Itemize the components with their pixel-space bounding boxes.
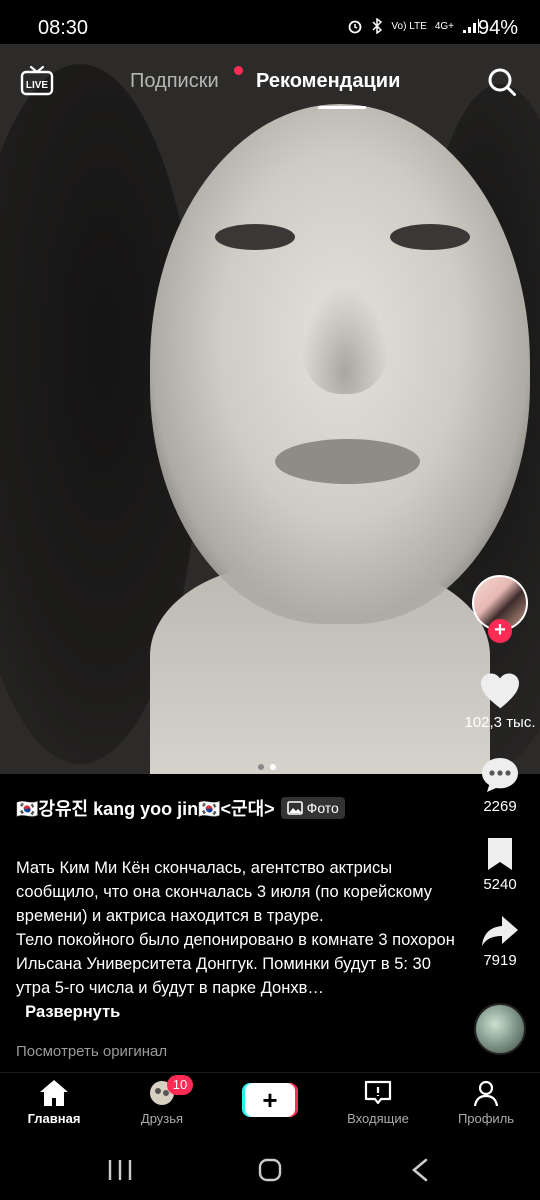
status-time: 08:30 [38, 17, 89, 39]
network-label: Vo) LTE [391, 20, 427, 32]
bottom-nav: Главная 10 Друзья + Входящие Профиль [0, 1072, 540, 1138]
nav-home-label: Главная [27, 1111, 81, 1126]
nav-profile[interactable]: Профиль [441, 1079, 531, 1126]
photo-eye-left [215, 224, 295, 250]
battery-level: 94% [477, 17, 518, 39]
comment-count: 2269 [483, 798, 517, 815]
author-avatar-wrap[interactable]: + [472, 575, 528, 643]
active-tab-underline [318, 106, 366, 109]
author-name[interactable]: 🇰🇷강유진 kang yoo jin🇰🇷<군대> [16, 795, 275, 821]
slide-indicator [258, 764, 276, 770]
nav-friends-label: Друзья [140, 1111, 184, 1126]
bookmark-icon [488, 838, 512, 870]
nav-inbox[interactable]: Входящие [333, 1079, 423, 1126]
save-button[interactable]: 5240 [460, 836, 540, 893]
status-icons: Vo) LTE 4G+ [347, 18, 480, 34]
post-photo[interactable] [0, 44, 540, 774]
inbox-icon [364, 1080, 392, 1105]
comment-icon [482, 758, 518, 792]
live-label: LIVE [26, 80, 49, 91]
search-icon[interactable] [486, 66, 518, 98]
system-nav-bar [0, 1138, 540, 1200]
nav-friends[interactable]: 10 Друзья [117, 1075, 207, 1126]
expand-link[interactable]: Развернуть [25, 1003, 120, 1021]
friends-badge: 10 [167, 1075, 193, 1095]
back-icon[interactable] [400, 1156, 440, 1184]
following-notification-dot [234, 66, 243, 75]
slide-dot [258, 764, 264, 770]
image-icon [286, 801, 303, 815]
create-button[interactable]: + [242, 1083, 298, 1117]
nav-profile-label: Профиль [457, 1111, 515, 1126]
caption-text: Мать Ким Ми Кён скончалась, агентство ак… [16, 859, 455, 997]
photo-badge-label: Фото [306, 800, 339, 816]
tab-for-you[interactable]: Рекомендации [256, 70, 400, 93]
profile-icon [473, 1080, 499, 1107]
like-button[interactable]: 102,3 тыс. [460, 672, 540, 731]
follow-button[interactable]: + [488, 619, 512, 643]
comment-button[interactable]: 2269 [460, 756, 540, 815]
tab-following[interactable]: Подписки [130, 70, 219, 93]
heart-icon [481, 673, 519, 709]
photo-lips [275, 439, 420, 484]
photo-nose [300, 284, 390, 394]
share-icon [482, 916, 518, 946]
bluetooth-icon [372, 18, 383, 34]
top-nav: LIVE Подписки Рекомендации [0, 62, 540, 109]
plus-icon: + [245, 1083, 295, 1117]
alarm-icon [349, 20, 362, 34]
recent-apps-icon[interactable] [100, 1156, 140, 1184]
status-bar: 08:30 Vo) LTE 4G+ 94% [0, 0, 540, 44]
home-button-icon[interactable] [250, 1156, 290, 1184]
like-count: 102,3 тыс. [464, 714, 536, 731]
share-button[interactable]: 7919 [460, 914, 540, 969]
author-row: 🇰🇷강유진 kang yoo jin🇰🇷<군대> Фото [16, 795, 345, 821]
save-count: 5240 [483, 876, 517, 893]
post-caption[interactable]: Мать Ким Ми Кён скончалась, агентство ак… [16, 832, 456, 1024]
signal-type-label: 4G+ [434, 20, 454, 32]
live-icon[interactable]: LIVE [20, 64, 54, 98]
nav-home[interactable]: Главная [9, 1079, 99, 1126]
music-disc[interactable] [474, 1003, 526, 1055]
photo-badge: Фото [280, 797, 345, 819]
photo-eye-right [390, 224, 470, 250]
nav-inbox-label: Входящие [347, 1111, 409, 1126]
home-icon [40, 1080, 68, 1106]
slide-dot-active [270, 764, 276, 770]
view-original-link[interactable]: Посмотреть оригинал [16, 1043, 167, 1060]
share-count: 7919 [483, 952, 517, 969]
